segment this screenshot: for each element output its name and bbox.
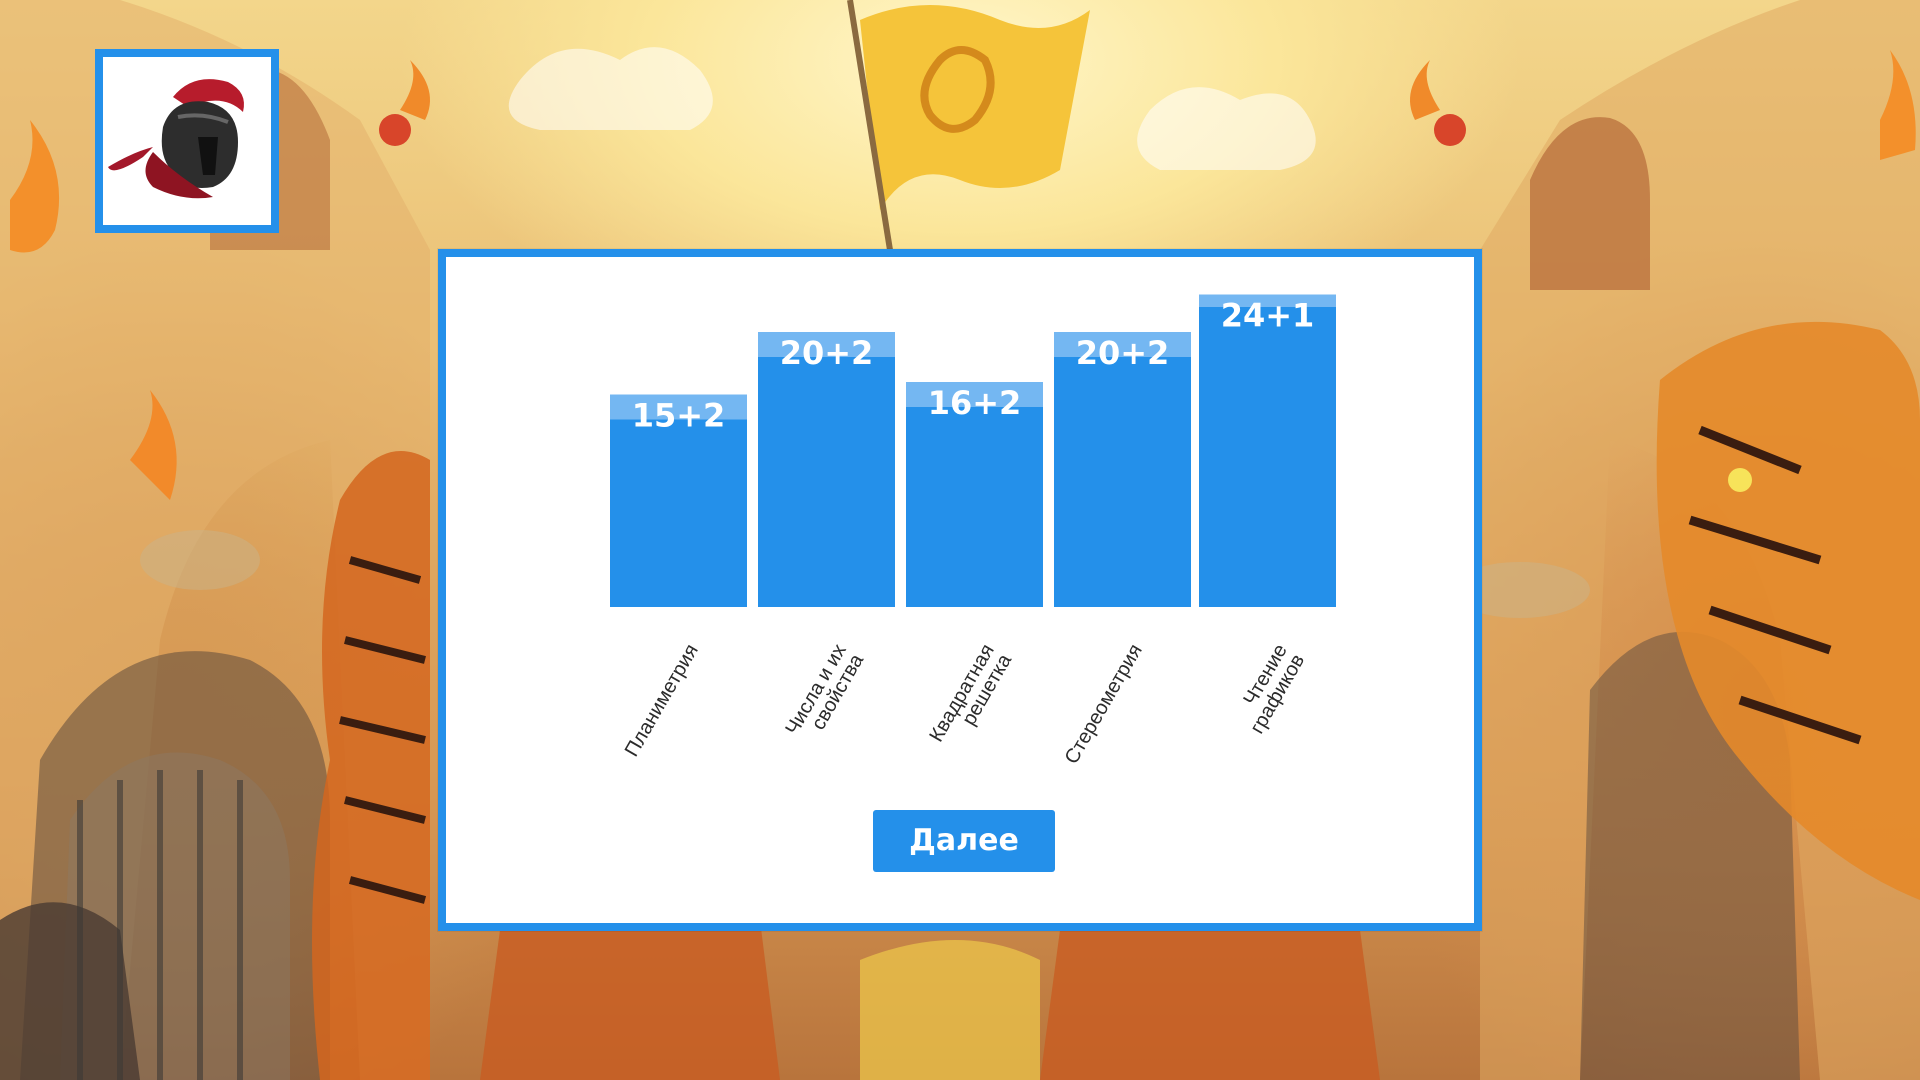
bar-value-label-2: 20+2 (780, 334, 874, 372)
results-chart: 15+2 Планиметрия 20+2 Числа и ихсвойства 16+… (610, 294, 1336, 768)
results-panel: 15+2 Планиметрия 20+2 Числа и ихсвойства 16+… (438, 249, 1482, 931)
game-screen: 15+2 Планиметрия 20+2 Числа и ихсвойства 16+… (0, 0, 1920, 1080)
bar-base-3 (906, 407, 1043, 607)
bar-base-2 (758, 357, 895, 607)
category-label-1: Планиметрия (621, 641, 703, 761)
category-label-2: Числа и ихсвойства (781, 640, 868, 749)
category-label-3: Квадратнаярешетка (925, 640, 1016, 756)
bar-base-1 (610, 419, 747, 607)
bar-value-label-1: 15+2 (632, 397, 726, 435)
bar-value-label-5: 24+1 (1221, 297, 1315, 335)
bar-value-label-3: 16+2 (928, 384, 1022, 422)
category-label-4: Стереометрия (1061, 641, 1147, 768)
category-label-5: Чтениеграфиков (1229, 641, 1309, 738)
spartan-helmet-icon (108, 79, 244, 199)
next-button[interactable]: Далее (873, 810, 1055, 872)
bar-base-5 (1199, 307, 1336, 607)
spartan-logo (95, 49, 279, 233)
bar-base-4 (1054, 357, 1191, 607)
bar-value-label-4: 20+2 (1076, 334, 1170, 372)
